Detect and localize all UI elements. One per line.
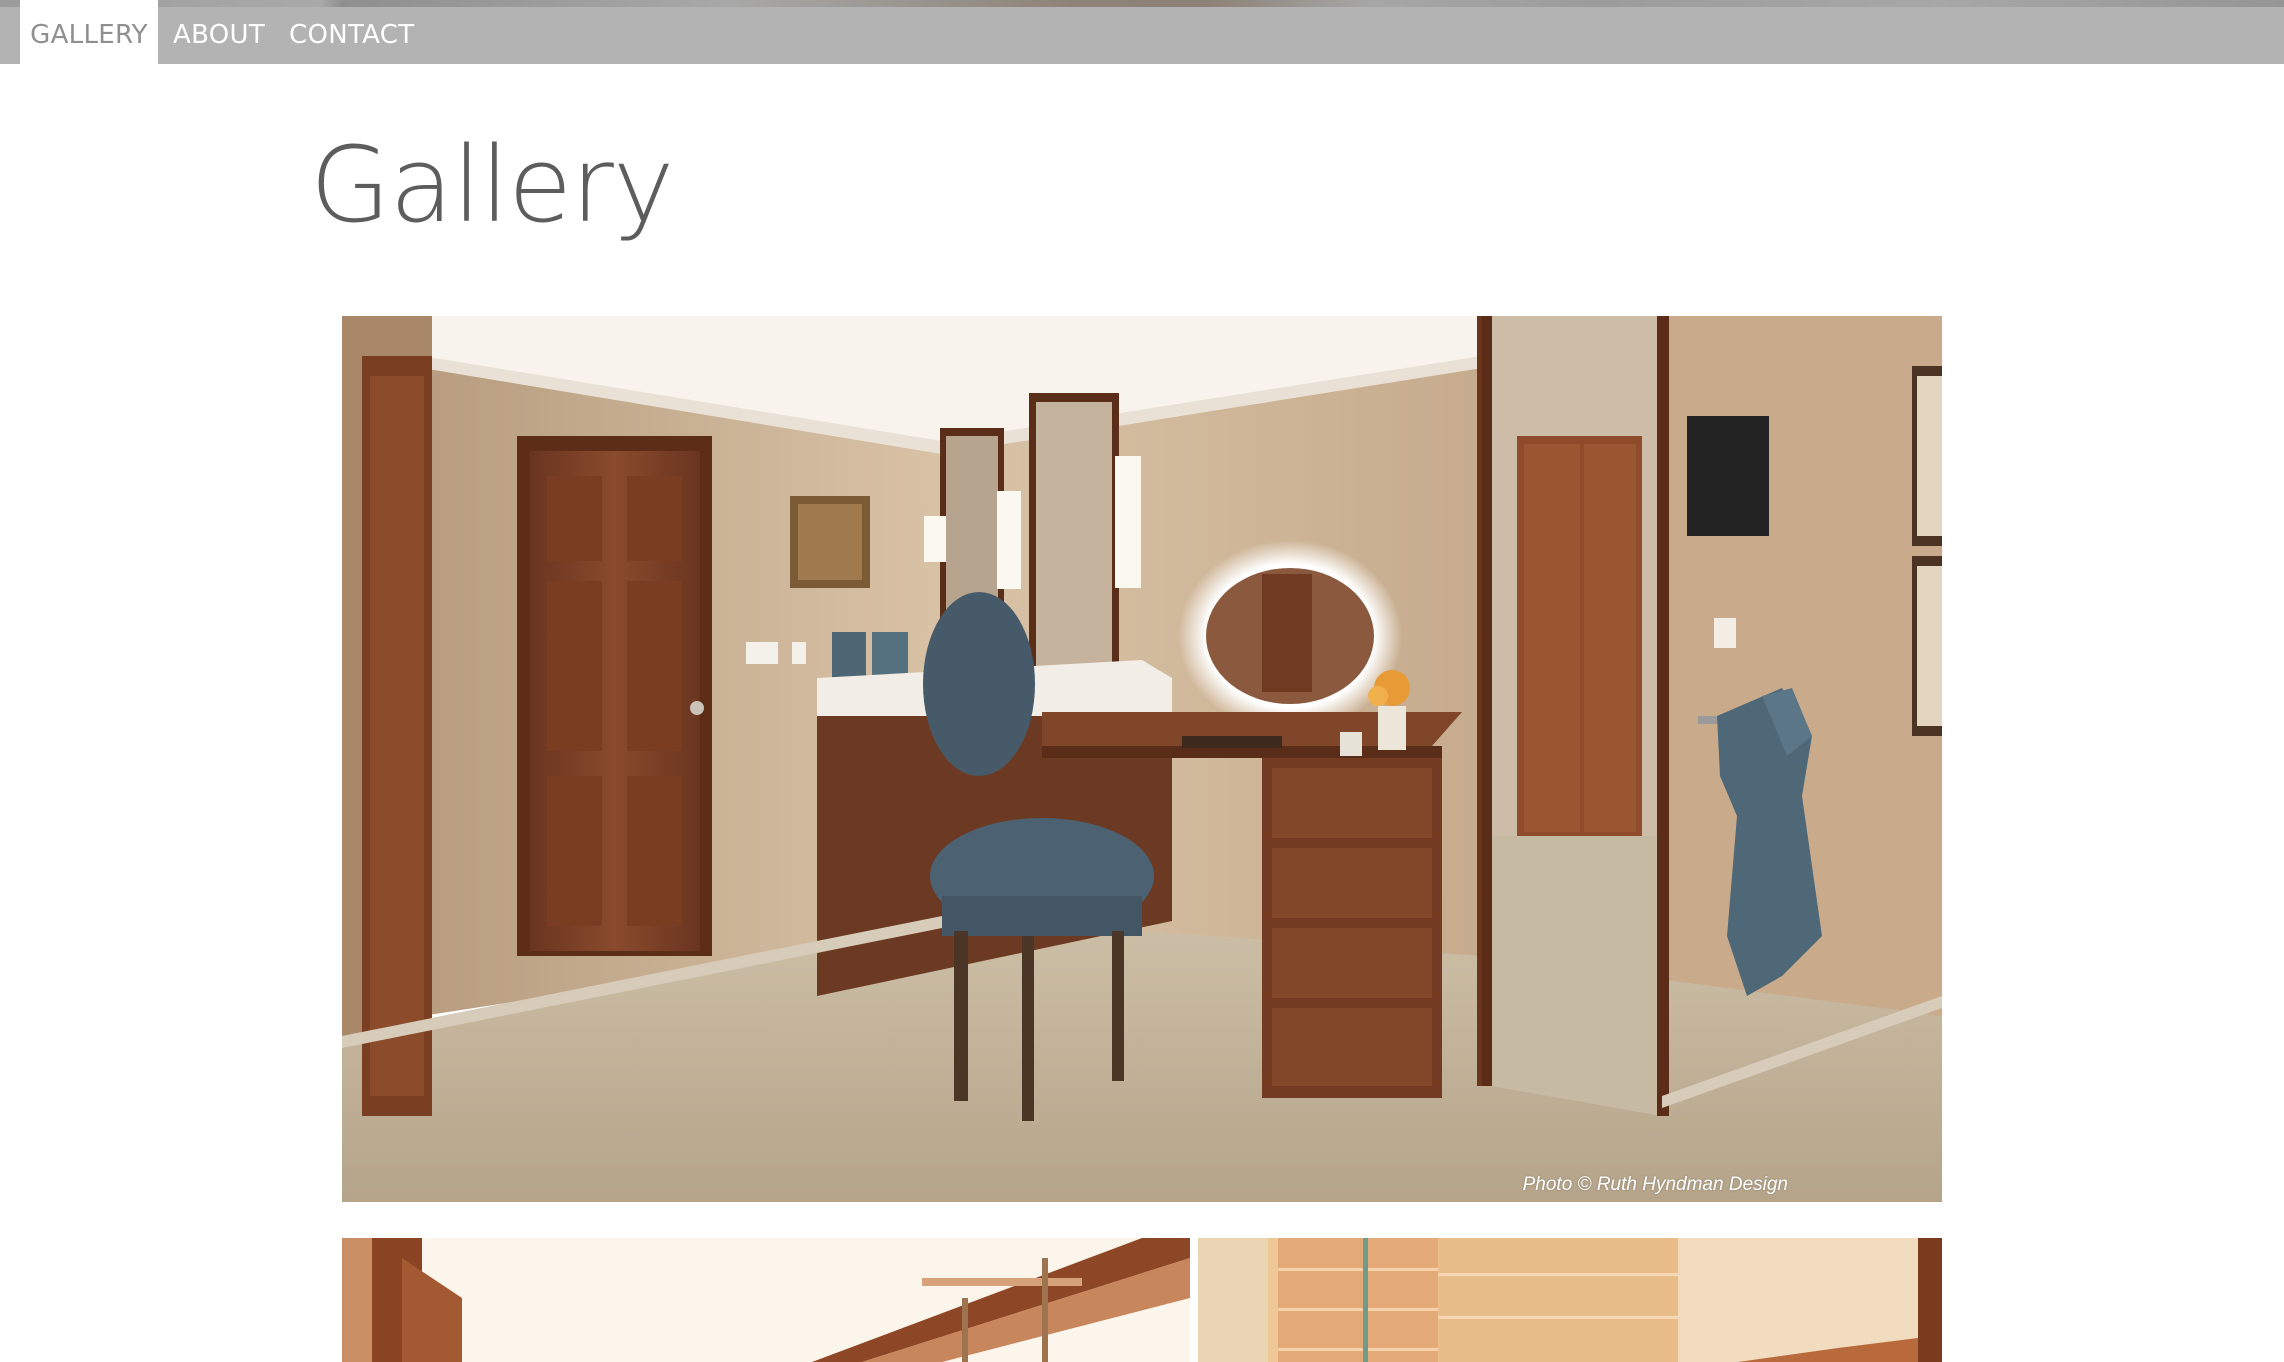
shower-tile-image (1198, 1238, 1942, 1362)
page-title: Gallery (310, 124, 674, 246)
nav-item-contact[interactable]: CONTACT (289, 0, 414, 64)
bathroom-photo-image (342, 316, 1942, 1202)
gallery-photo-2[interactable] (342, 1238, 1190, 1362)
bathroom-ceiling-image (342, 1238, 1190, 1362)
nav-item-about[interactable]: ABOUT (173, 0, 265, 64)
gallery-photo-main[interactable]: Photo © Ruth Hyndman Design (342, 316, 1942, 1202)
nav-item-gallery[interactable]: GALLERY (20, 0, 158, 64)
top-nav: GALLERY ABOUT CONTACT (0, 0, 2284, 64)
gallery-photo-3[interactable] (1198, 1238, 1942, 1362)
photo-credit: Photo © Ruth Hyndman Design (1522, 1174, 1788, 1195)
